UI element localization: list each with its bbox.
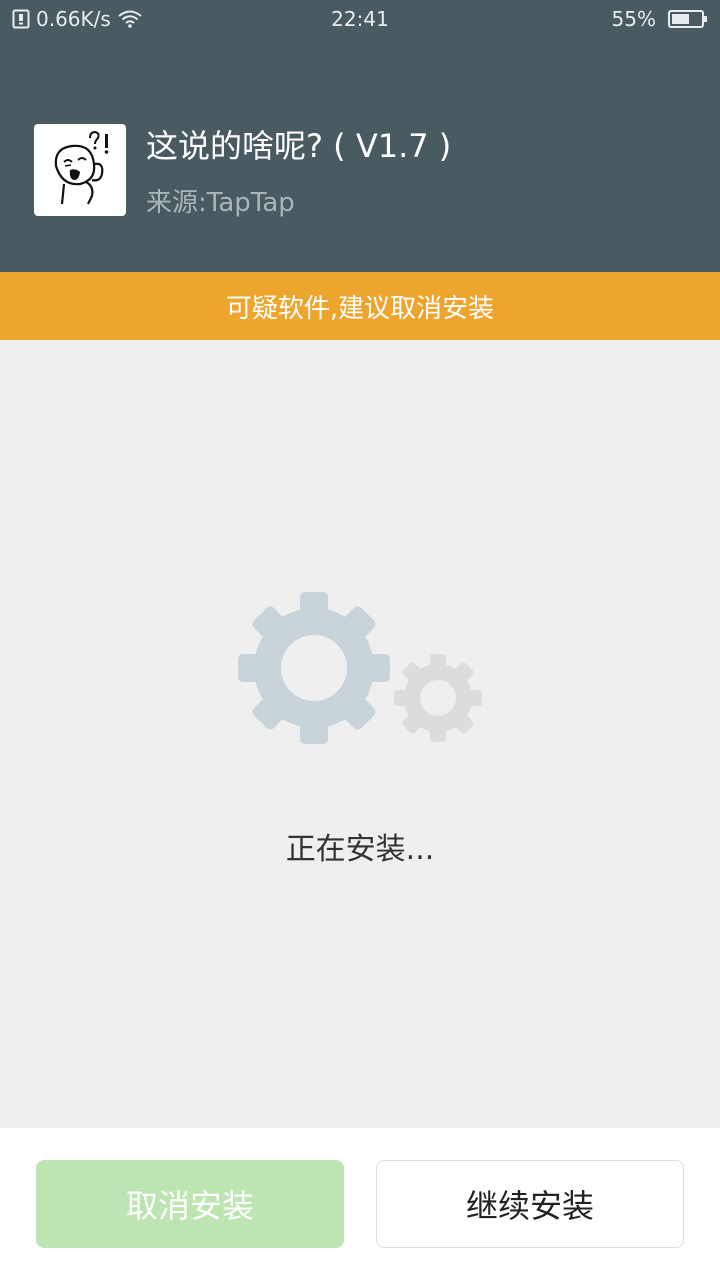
- gears-icon: [238, 592, 482, 744]
- app-source: 来源:TapTap: [146, 188, 295, 218]
- small-gear-icon: [394, 654, 482, 742]
- cartoon-face-icon: [54, 130, 109, 205]
- continue-install-button[interactable]: 继续安装: [376, 1160, 684, 1248]
- bottom-action-bar: 取消安装 继续安装: [0, 1128, 720, 1280]
- cancel-install-button[interactable]: 取消安装: [36, 1160, 344, 1248]
- suspicious-warning-banner: 可疑软件,建议取消安装: [0, 272, 720, 340]
- status-right: 55%: [612, 7, 708, 31]
- install-screen: 0.66K/s 22:41 55% 这说的啥呢? (V1.7) 来源:Tap…: [0, 0, 720, 1280]
- status-bar: 0.66K/s 22:41 55%: [0, 0, 720, 40]
- app-title: 这说的啥呢? ( V1.7 ): [146, 127, 452, 165]
- battery-icon: [668, 10, 707, 28]
- install-progress-area: 正在安装...: [0, 340, 720, 1128]
- app-icon: [34, 124, 126, 216]
- large-gear-icon: [238, 592, 390, 744]
- installing-status-text: 正在安装...: [285, 832, 435, 867]
- app-header: 这说的啥呢? ( V1.7 ) 来源:TapTap: [0, 40, 720, 272]
- battery-percent: 55%: [611, 7, 656, 31]
